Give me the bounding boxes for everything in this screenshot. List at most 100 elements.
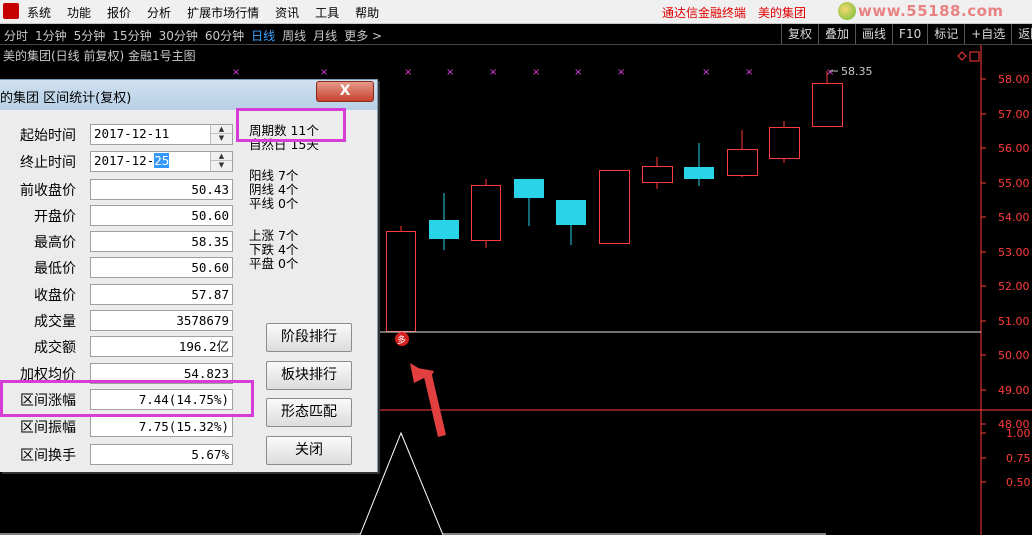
current-stock-name: 美的集团 bbox=[758, 6, 807, 20]
indicator-tick-label: 1.00 bbox=[1006, 427, 1031, 440]
dialog-titlebar[interactable]: 的集团 区间统计(复权) X bbox=[0, 80, 377, 110]
signal-marks: × × × × × × × × × × × bbox=[232, 67, 834, 78]
spinner-up-icon[interactable]: ▲ bbox=[211, 125, 232, 134]
price-tick-label: 54.00 bbox=[998, 211, 1030, 224]
signal-badge-text: 多 bbox=[397, 334, 406, 346]
menu-system[interactable]: 系统 bbox=[27, 4, 51, 21]
end-date-label: 终止时间 bbox=[20, 155, 76, 171]
menu-bar: 系统 功能 报价 分析 扩展市场行情 资讯 工具 帮助 通达信金融终端 美的集团… bbox=[0, 0, 1032, 24]
site-logo-icon bbox=[838, 2, 856, 20]
field-label: 区间振幅 bbox=[20, 420, 76, 436]
candle-down bbox=[556, 200, 586, 225]
period-toolbar: 分时 1分钟 5分钟 15分钟 30分钟 60分钟 日线 周线 月线 更多 > … bbox=[0, 24, 1032, 45]
price-tick-label: 50.00 bbox=[998, 349, 1030, 362]
start-date-field[interactable]: 2017-12-11 ▲ ▼ bbox=[90, 124, 233, 145]
price-tick-label: 51.00 bbox=[998, 315, 1030, 328]
start-date-spinner[interactable]: ▲ ▼ bbox=[210, 125, 232, 144]
tab-weekly[interactable]: 周线 bbox=[282, 27, 306, 44]
menu-news[interactable]: 资讯 bbox=[275, 4, 299, 21]
rise-count: 上涨 7个 bbox=[249, 228, 299, 243]
price-tick-label: 52.00 bbox=[998, 280, 1030, 293]
price-tick-label: 56.00 bbox=[998, 142, 1030, 155]
menu-quote[interactable]: 报价 bbox=[107, 4, 131, 21]
end-date-spinner[interactable]: ▲ ▼ bbox=[210, 152, 232, 171]
tab-5min[interactable]: 5分钟 bbox=[74, 27, 106, 44]
adjust-button[interactable]: 复权 bbox=[781, 24, 818, 45]
start-date-label: 起始时间 bbox=[20, 128, 76, 144]
overlay-button[interactable]: 叠加 bbox=[818, 24, 855, 45]
turnover-amount-value: 196.2亿 bbox=[90, 336, 233, 357]
spinner-down-icon[interactable]: ▼ bbox=[211, 161, 232, 170]
natural-days: 自然日 15天 bbox=[249, 137, 319, 152]
signal-mark: × bbox=[404, 67, 412, 78]
range-stats-dialog: 的集团 区间统计(复权) X 起始时间 2017-12-11 ▲ ▼ 终止时间 … bbox=[0, 79, 378, 472]
dialog-title: 的集团 区间统计(复权) bbox=[0, 91, 132, 106]
site-watermark: www.55188.com bbox=[838, 2, 1023, 22]
menu-tools[interactable]: 工具 bbox=[315, 4, 339, 21]
app-logo-icon bbox=[3, 3, 19, 19]
brand-links: 通达信金融终端 美的集团 bbox=[662, 4, 818, 21]
square-icon[interactable] bbox=[969, 51, 980, 62]
menu-extended-market[interactable]: 扩展市场行情 bbox=[187, 4, 259, 21]
chart-title: 美的集团(日线 前复权) 金融1号主图 bbox=[3, 49, 196, 63]
sector-rank-button[interactable]: 板块排行 bbox=[266, 361, 352, 390]
stage-rank-button[interactable]: 阶段排行 bbox=[266, 323, 352, 352]
period-count: 周期数 11个 bbox=[249, 123, 319, 138]
range-turnover-value: 5.67% bbox=[90, 444, 233, 465]
draw-line-button[interactable]: 画线 bbox=[855, 24, 892, 45]
f10-button[interactable]: F10 bbox=[892, 24, 927, 45]
menu-analysis[interactable]: 分析 bbox=[147, 4, 171, 21]
tab-monthly[interactable]: 月线 bbox=[313, 27, 337, 44]
price-ticks bbox=[981, 78, 986, 425]
indicator-ticks bbox=[981, 432, 986, 483]
signal-mark: × bbox=[574, 67, 582, 78]
close-button[interactable]: 关闭 bbox=[266, 436, 352, 465]
end-date-value: 2017-12-25 bbox=[94, 153, 170, 168]
spinner-up-icon[interactable]: ▲ bbox=[211, 152, 232, 161]
dialog-close-button[interactable]: X bbox=[316, 81, 374, 102]
back-button[interactable]: 返回 bbox=[1011, 24, 1032, 45]
tab-30min[interactable]: 30分钟 bbox=[159, 27, 198, 44]
tab-15min[interactable]: 15分钟 bbox=[112, 27, 151, 44]
period-tabs: 分时 1分钟 5分钟 15分钟 30分钟 60分钟 日线 周线 月线 更多 > bbox=[4, 27, 389, 44]
signal-mark: × bbox=[617, 67, 625, 78]
terminal-name: 通达信金融终端 bbox=[662, 6, 747, 20]
signal-badge: 多 bbox=[395, 332, 409, 346]
high-price-value: 58.35 bbox=[90, 231, 233, 252]
field-label: 加权均价 bbox=[20, 367, 76, 383]
field-label: 前收盘价 bbox=[20, 183, 76, 199]
flat-line-count: 平线 0个 bbox=[249, 196, 299, 211]
flat-count: 平盘 0个 bbox=[249, 256, 299, 271]
candle-down bbox=[684, 167, 714, 179]
dialog-body: 起始时间 2017-12-11 ▲ ▼ 终止时间 2017-12-25 ▲ ▼ … bbox=[0, 110, 377, 472]
menu-function[interactable]: 功能 bbox=[67, 4, 91, 21]
signal-mark: × bbox=[446, 67, 454, 78]
max-price-label: 58.35 bbox=[841, 65, 873, 78]
max-price-annotation: 58.35 bbox=[830, 65, 873, 78]
candle-up bbox=[471, 185, 501, 241]
chart-corner-icons bbox=[957, 51, 980, 62]
add-watchlist-button[interactable]: +自选 bbox=[964, 24, 1011, 45]
price-tick-label: 49.00 bbox=[998, 384, 1030, 397]
tab-60min[interactable]: 60分钟 bbox=[205, 27, 244, 44]
close-price-value: 57.87 bbox=[90, 284, 233, 305]
mark-button[interactable]: 标记 bbox=[927, 24, 964, 45]
end-date-field[interactable]: 2017-12-25 ▲ ▼ bbox=[90, 151, 233, 172]
candle-down bbox=[429, 220, 459, 239]
pattern-match-button[interactable]: 形态匹配 bbox=[266, 398, 352, 427]
annotation-arrow bbox=[410, 363, 446, 437]
candle-up bbox=[386, 231, 416, 332]
tab-1min[interactable]: 1分钟 bbox=[35, 27, 67, 44]
diamond-icon[interactable] bbox=[957, 51, 967, 61]
tab-daily[interactable]: 日线 bbox=[251, 27, 275, 44]
volume-value: 3578679 bbox=[90, 310, 233, 331]
menu-help[interactable]: 帮助 bbox=[355, 4, 379, 21]
signal-mark: × bbox=[532, 67, 540, 78]
indicator-axis: 1.00 0.75 0.50 bbox=[981, 427, 1031, 489]
indicator-tick-label: 0.50 bbox=[1006, 476, 1031, 489]
tab-intraday[interactable]: 分时 bbox=[4, 27, 28, 44]
spinner-down-icon[interactable]: ▼ bbox=[211, 134, 232, 143]
signal-mark: × bbox=[745, 67, 753, 78]
tab-more[interactable]: 更多 > bbox=[344, 27, 382, 44]
indicator-tick-label: 0.75 bbox=[1006, 452, 1031, 465]
